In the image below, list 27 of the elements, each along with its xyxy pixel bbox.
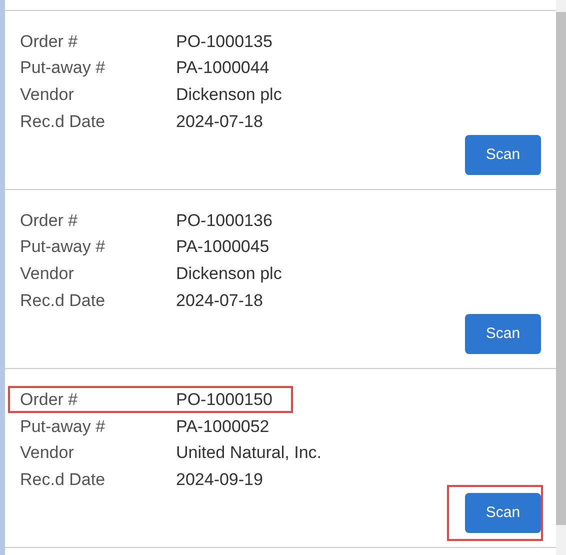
field-value: PO-1000150 (176, 388, 272, 411)
field-label: Put-away # (20, 236, 106, 258)
field-label: Order # (20, 388, 79, 411)
field-value: 2024-07-18 (176, 110, 263, 133)
field-value: PO-1000135 (176, 30, 272, 53)
field-label: Put-away # (20, 416, 106, 438)
field-value: Dickenson plc (176, 84, 282, 106)
field-value: PA-1000044 (176, 57, 270, 80)
field-value: PA-1000052 (176, 416, 270, 438)
field-label: Order # (20, 210, 79, 232)
field-value: PA-1000045 (176, 236, 270, 258)
scan-button[interactable]: Scan (465, 314, 541, 354)
field-label: Rec.d Date (20, 290, 106, 312)
field-label: Vendor (20, 442, 75, 464)
scan-button[interactable]: Scan (465, 135, 541, 175)
field-value: United Natural, Inc. (176, 442, 322, 464)
field-value: PO-1000136 (176, 210, 272, 232)
field-value: Dickenson plc (176, 263, 282, 286)
field-label: Put-away # (20, 57, 106, 80)
field-label: Vendor (20, 84, 75, 106)
field-value: 2024-07-18 (176, 290, 263, 312)
field-label: Rec.d Date (20, 110, 106, 133)
field-value: 2024-09-19 (176, 468, 263, 491)
scan-button[interactable]: Scan (465, 493, 541, 534)
field-label: Rec.d Date (20, 468, 106, 491)
field-label: Vendor (20, 263, 75, 286)
field-label: Order # (20, 30, 79, 53)
